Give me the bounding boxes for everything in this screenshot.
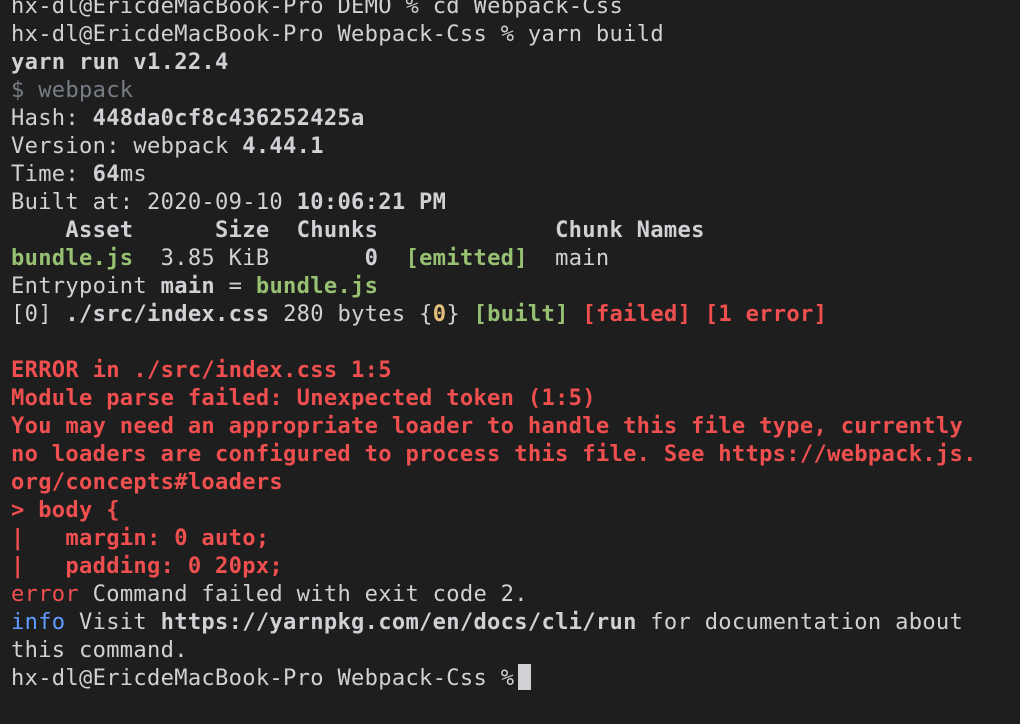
asset-table-row: bundle.js 3.85 KiB 0 [emitted] main xyxy=(11,244,1016,272)
col-header-asset: Asset xyxy=(65,217,134,243)
entrypoint-eq: = xyxy=(215,273,256,299)
prompt-host: hx-dl@EricdeMacBook-Pro xyxy=(11,21,324,47)
yarn-error-line: error Command failed with exit code 2. xyxy=(11,580,1016,608)
terminal-window[interactable]: hx-dl@EricdeMacBook-Pro DEMO % cd Webpac… xyxy=(0,0,1020,724)
entrypoint-line: Entrypoint main = bundle.js xyxy=(11,272,1016,300)
prompt-host: hx-dl@EricdeMacBook-Pro xyxy=(11,0,324,19)
hash-label: Hash: xyxy=(11,105,93,131)
info-post: for documentation about xyxy=(636,609,964,635)
asset-chunk-names: main xyxy=(555,245,610,271)
asset-status: [emitted] xyxy=(405,245,528,271)
webpack-command-line: $ webpack xyxy=(11,77,134,103)
asset-name: bundle.js xyxy=(11,245,134,271)
info-tag: info xyxy=(11,609,66,635)
error-message-line: ERROR in ./src/index.css 1:5 xyxy=(11,357,392,383)
module-failed-badge: [failed] xyxy=(582,301,692,327)
error-message-line: You may need an appropriate loader to ha… xyxy=(11,413,964,439)
entrypoint-file: bundle.js xyxy=(255,273,379,299)
module-built-badge: [built] xyxy=(473,301,569,327)
error-tag: error xyxy=(11,581,80,607)
prompt-symbol: % xyxy=(500,665,515,691)
error-text: Command failed with exit code 2. xyxy=(79,581,528,607)
built-at-line: Built at: 2020-09-10 10:06:21 PM xyxy=(11,188,1016,216)
time-unit: ms xyxy=(119,161,148,187)
info-url-link[interactable]: https://yarnpkg.com/en/docs/cli/run xyxy=(161,609,637,635)
error-message-line: org/concepts#loaders xyxy=(11,469,284,495)
version-line: Version: webpack 4.44.1 xyxy=(11,132,1016,160)
text-cursor xyxy=(518,664,532,690)
time-line: Time: 64ms xyxy=(11,160,1016,188)
prompt-dir: Webpack-Css xyxy=(337,665,488,691)
module-line: [0] ./src/index.css 280 bytes {0} [built… xyxy=(11,300,1016,328)
error-message-line: Module parse failed: Unexpected token (1… xyxy=(11,385,596,411)
hash-value: 448da0cf8c436252425a xyxy=(92,105,365,131)
yarn-run-line: yarn run v1.22.4 xyxy=(11,49,229,75)
module-error-count: [1 error] xyxy=(704,301,828,327)
hash-line: Hash: 448da0cf8c436252425a xyxy=(11,104,1016,132)
command-text: cd Webpack-Css xyxy=(432,0,624,19)
time-label: Time: xyxy=(11,161,93,187)
built-at-label: Built at: xyxy=(11,189,148,215)
asset-size: 3.85 KiB xyxy=(160,245,270,271)
prompt-dir: DEMO xyxy=(337,0,392,19)
version-label: Version: webpack xyxy=(11,133,243,159)
module-id: [0] xyxy=(11,301,52,327)
asset-chunks: 0 xyxy=(364,245,379,271)
yarn-info-line: info Visit https://yarnpkg.com/en/docs/c… xyxy=(11,608,1016,636)
built-at-date: 2020-09-10 xyxy=(147,189,284,215)
prompt-symbol: % xyxy=(500,21,515,47)
col-header-size: Size xyxy=(215,217,270,243)
asset-table-header: Asset Size Chunks Chunk Names xyxy=(11,216,1016,244)
prompt-symbol: % xyxy=(405,0,420,19)
version-value: 4.44.1 xyxy=(242,133,324,159)
module-chunk-close: } xyxy=(446,301,460,327)
yarn-info-continuation: this command. xyxy=(11,637,188,663)
module-path: ./src/index.css xyxy=(65,301,270,327)
module-size: 280 bytes xyxy=(283,301,406,327)
col-header-chunk-names: Chunk Names xyxy=(555,217,705,243)
command-text: yarn build xyxy=(527,21,664,47)
error-message-line: no loaders are configured to process thi… xyxy=(11,441,977,467)
time-value: 64 xyxy=(92,161,120,187)
error-code-line: | margin: 0 auto; xyxy=(11,525,270,551)
prompt-line-cd: hx-dl@EricdeMacBook-Pro DEMO % cd Webpac… xyxy=(11,0,1016,20)
module-chunk-id: 0 xyxy=(432,301,447,327)
prompt-host: hx-dl@EricdeMacBook-Pro xyxy=(11,665,324,691)
module-chunk-open: { xyxy=(419,301,433,327)
entrypoint-label: Entrypoint xyxy=(11,273,161,299)
col-header-chunks: Chunks xyxy=(296,217,379,243)
prompt-line-current[interactable]: hx-dl@EricdeMacBook-Pro Webpack-Css % xyxy=(11,664,1016,692)
terminal-output: hx-dl@EricdeMacBook-Pro DEMO % cd Webpac… xyxy=(11,0,1016,692)
prompt-line-yarn-build: hx-dl@EricdeMacBook-Pro Webpack-Css % ya… xyxy=(11,20,1016,48)
info-pre: Visit xyxy=(65,609,161,635)
built-at-time: 10:06:21 PM xyxy=(296,189,447,215)
entrypoint-name: main xyxy=(160,273,216,299)
error-code-line: > body { xyxy=(11,497,120,523)
error-code-line: | padding: 0 20px; xyxy=(11,553,284,579)
prompt-dir: Webpack-Css xyxy=(337,21,488,47)
